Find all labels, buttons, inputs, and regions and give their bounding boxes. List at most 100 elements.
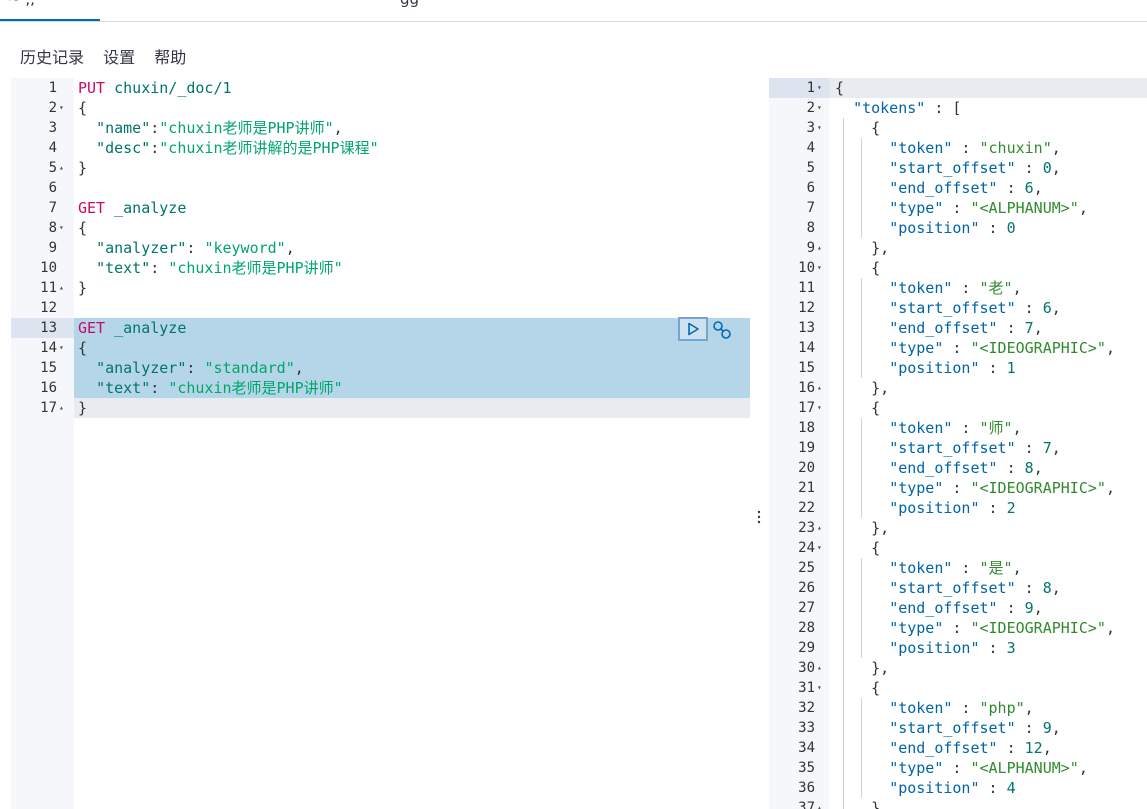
fold-open-icon[interactable]: ▾: [59, 218, 64, 238]
token-key2: "token": [889, 699, 953, 717]
line-number: 19: [798, 440, 815, 456]
request-line: 2 ▾ {: [11, 98, 750, 118]
code-text: "start_offset" : 6,: [835, 298, 1061, 318]
token-pl: ,: [1051, 719, 1061, 737]
token-pl: :: [952, 139, 980, 157]
line-number: 5: [806, 160, 815, 176]
token-key: "text": [96, 379, 151, 397]
fold-close-icon[interactable]: ▴: [59, 158, 64, 178]
line-number: 2: [806, 100, 815, 116]
selection-highlight: [74, 338, 750, 358]
token-str2: "<IDEOGRAPHIC>": [970, 339, 1106, 357]
token-pl: {: [835, 259, 881, 277]
code-text: "type" : "<IDEOGRAPHIC>",: [835, 618, 1115, 638]
token-pl: ,: [1033, 599, 1043, 617]
token-pl: :: [1015, 439, 1043, 457]
code-text: {: [835, 78, 844, 98]
code-text: GET _analyze: [78, 198, 186, 218]
fold-close-icon[interactable]: ▴: [817, 518, 822, 538]
response-line: 17 ▾ {: [769, 398, 1147, 418]
code-text: "start_offset" : 0,: [835, 158, 1061, 178]
response-viewer[interactable]: 1 ▾{2 ▾ "tokens" : [3 ▾ {4 "token" : "chuxi…: [769, 78, 1147, 809]
token-pl: :: [952, 279, 980, 297]
code-text: "type" : "<ALPHANUM>",: [835, 758, 1088, 778]
send-request-button[interactable]: [678, 317, 708, 341]
line-number: 9: [48, 240, 57, 256]
token-key2: "tokens": [853, 99, 926, 117]
token-pl: },: [835, 519, 890, 537]
menu-help[interactable]: 帮助: [154, 48, 186, 67]
line-number: 21: [798, 480, 815, 496]
token-pl: ,: [1078, 199, 1088, 217]
code-text: {: [835, 398, 880, 418]
fold-open-icon[interactable]: ▾: [817, 678, 822, 698]
line-number: 4: [806, 140, 815, 156]
token-pl: :: [997, 739, 1025, 757]
fold-open-icon[interactable]: ▾: [817, 98, 822, 118]
token-pl: :: [997, 319, 1025, 337]
line-number: 6: [48, 180, 57, 196]
response-line: 22 "position" : 2: [769, 498, 1147, 518]
fold-open-icon[interactable]: ▾: [59, 338, 64, 358]
request-line: 14 ▾ {: [11, 338, 750, 358]
response-line: 13 "end_offset" : 7,: [769, 318, 1147, 338]
fold-open-icon[interactable]: ▾: [817, 538, 822, 558]
request-editor[interactable]: 1 PUT chuxin/_doc/1 2 ▾{3 "name":"chuxin老师是…: [11, 78, 750, 809]
line-number: 28: [798, 620, 815, 636]
fold-close-icon[interactable]: ▴: [59, 398, 64, 418]
token-pl: :: [952, 559, 980, 577]
tab-console[interactable]: ~ ,,: [8, 0, 35, 8]
code-text: PUT chuxin/_doc/1: [78, 78, 232, 98]
line-number: 29: [798, 640, 815, 656]
code-text: }: [78, 158, 87, 178]
line-number: 17: [798, 400, 815, 416]
code-text: "start_offset" : 7,: [835, 438, 1061, 458]
menu-settings[interactable]: 设置: [103, 48, 135, 67]
token-pl: :: [150, 259, 169, 277]
current-line-highlight: [74, 398, 750, 418]
token-pl: {: [835, 79, 845, 97]
fold-open-icon[interactable]: ▾: [817, 258, 822, 278]
tab-other[interactable]: gg: [400, 0, 419, 8]
code-text: "type" : "<ALPHANUM>",: [835, 198, 1088, 218]
request-line: 11 ▴}: [11, 278, 750, 298]
menu-history[interactable]: 历史记录: [20, 48, 84, 67]
token-str2: "<IDEOGRAPHIC>": [970, 619, 1106, 637]
token-pl: :: [979, 779, 1007, 797]
line-number: 3: [806, 120, 815, 136]
fold-close-icon[interactable]: ▴: [817, 378, 822, 398]
fold-close-icon[interactable]: ▴: [59, 278, 64, 298]
code-text: },: [835, 518, 889, 538]
token-pl: }: [78, 399, 88, 417]
token-key: "name": [96, 119, 151, 137]
token-key2: "type": [889, 759, 944, 777]
fold-open-icon[interactable]: ▾: [817, 398, 822, 418]
fold-open-icon[interactable]: ▾: [59, 98, 64, 118]
token-pl: :: [997, 459, 1025, 477]
response-line: 18 "token" : "师",: [769, 418, 1147, 438]
code-text: "position" : 2: [835, 498, 1015, 518]
fold-open-icon[interactable]: ▾: [817, 78, 822, 98]
pane-resizer[interactable]: [750, 78, 769, 809]
code-text: {: [835, 678, 880, 698]
request-lines: 1 PUT chuxin/_doc/1 2 ▾{3 "name":"chuxin老师是…: [11, 78, 750, 418]
response-line: 25 "token" : "是",: [769, 558, 1147, 578]
fold-close-icon[interactable]: ▴: [817, 798, 822, 809]
fold-open-icon[interactable]: ▾: [817, 118, 822, 138]
fold-close-icon[interactable]: ▴: [817, 658, 822, 678]
token-key2: "type": [889, 339, 944, 357]
actions-menu-button[interactable]: [711, 319, 733, 341]
code-text: {: [78, 338, 87, 358]
fold-close-icon[interactable]: ▴: [817, 238, 822, 258]
line-number: 27: [798, 600, 815, 616]
token-pl: {: [835, 679, 881, 697]
token-num: 0: [1006, 219, 1016, 237]
token-num: 4: [1006, 779, 1016, 797]
